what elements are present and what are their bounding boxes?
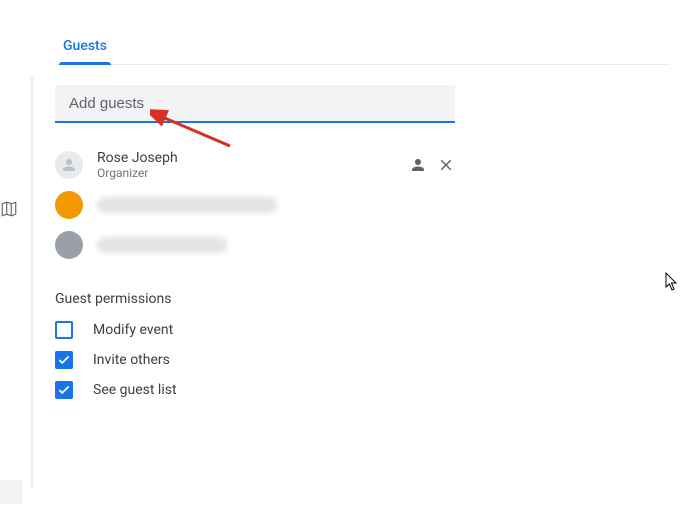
guest-role: Organizer <box>97 166 409 180</box>
close-icon[interactable] <box>437 156 455 174</box>
add-guests-input[interactable] <box>55 85 455 123</box>
search-wrap <box>55 85 455 123</box>
checkbox-modify-event[interactable] <box>55 321 73 339</box>
checkbox-see-guest-list[interactable] <box>55 381 73 399</box>
map-icon <box>0 200 20 220</box>
tab-row: Guests <box>55 30 670 65</box>
check-icon <box>57 383 71 397</box>
avatar <box>55 191 83 219</box>
guest-name: Rose Joseph <box>97 150 409 166</box>
perm-row-modify: Modify event <box>55 321 670 339</box>
guest-info: Rose Joseph Organizer <box>97 150 409 180</box>
perm-row-seelist: See guest list <box>55 381 670 399</box>
redacted-text <box>97 237 227 253</box>
avatar <box>55 151 83 179</box>
left-strip <box>0 0 30 518</box>
perm-row-invite: Invite others <box>55 351 670 369</box>
redacted-text <box>97 197 277 213</box>
perm-label: See guest list <box>93 382 177 398</box>
row-actions <box>409 156 455 174</box>
permissions-title: Guest permissions <box>55 291 670 307</box>
guest-row-organizer[interactable]: Rose Joseph Organizer <box>55 145 455 185</box>
permissions-section: Guest permissions Modify event Invite ot… <box>55 291 670 399</box>
person-icon <box>60 156 78 174</box>
mark-optional-icon[interactable] <box>409 156 427 174</box>
checkbox-invite-others[interactable] <box>55 351 73 369</box>
decorative-block <box>0 480 22 504</box>
scrollbar[interactable] <box>30 75 34 488</box>
tab-guests[interactable]: Guests <box>59 30 111 64</box>
perm-label: Modify event <box>93 322 173 338</box>
perm-label: Invite others <box>93 352 170 368</box>
guest-row-redacted[interactable] <box>55 185 455 225</box>
check-icon <box>57 353 71 367</box>
guest-list: Rose Joseph Organizer <box>55 145 455 265</box>
guests-panel: Guests Rose Joseph Organizer <box>55 30 670 411</box>
guest-row-redacted[interactable] <box>55 225 455 265</box>
avatar <box>55 231 83 259</box>
